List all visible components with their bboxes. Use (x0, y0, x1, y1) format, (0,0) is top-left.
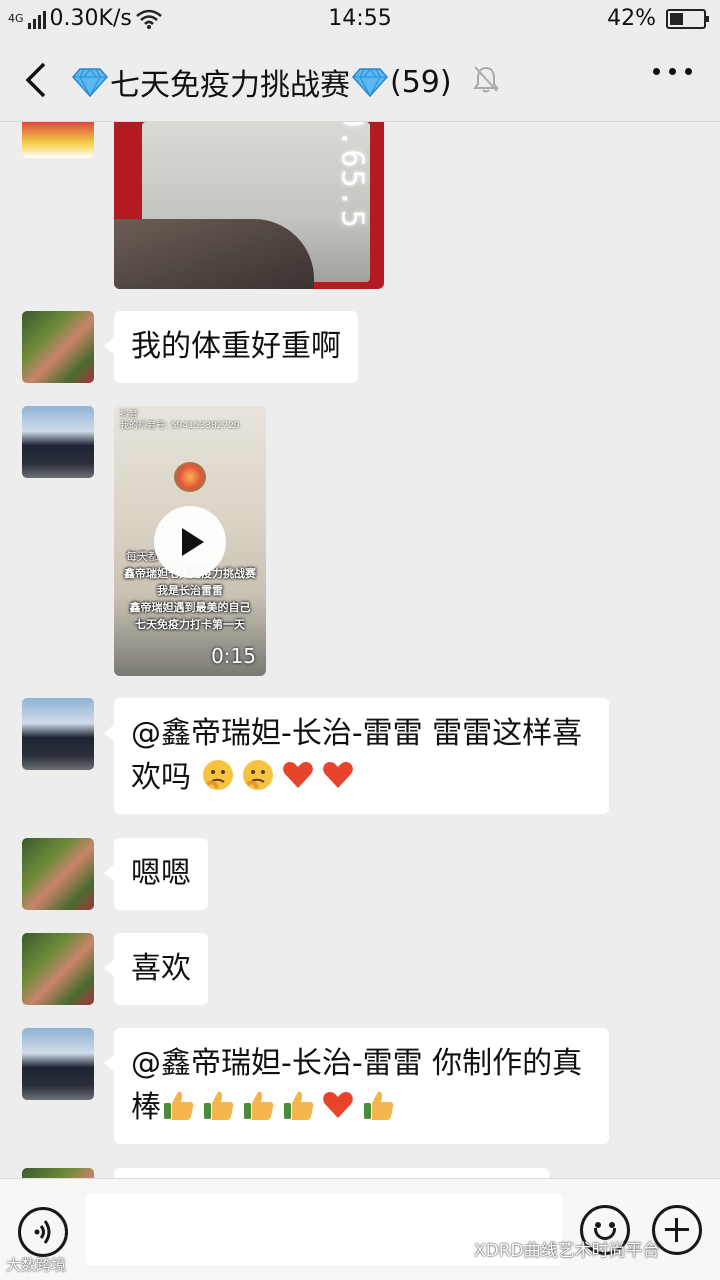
avatar[interactable] (22, 698, 94, 770)
flower-sticker (174, 462, 206, 492)
video-duration: 0:15 (211, 644, 256, 668)
diamond-icon (72, 68, 108, 98)
message-text: 我的体重好重啊 (131, 329, 341, 364)
message-list[interactable]: 0.65.5 我的体重好重啊 抖音 我的抖音号: 594153382729 每天… (0, 122, 720, 1178)
scale-reading: 0.65.5 (334, 122, 370, 230)
message-text: @鑫帝瑞妲-长治-雷雷 你制作的真 (131, 1046, 583, 1081)
avatar[interactable] (22, 1028, 94, 1100)
message-text: 喜欢 (131, 951, 191, 986)
status-bar: 4G 0.30K/s 14:55 42% (0, 0, 720, 40)
thumbs-up-emoji-icon (244, 1091, 274, 1120)
input-bar (0, 1178, 720, 1280)
message-text: 嗯嗯 (131, 856, 191, 891)
avatar[interactable] (22, 1168, 94, 1178)
message-text-line2: 欢吗 (131, 756, 592, 800)
message-text-line2: 棒 (131, 1086, 592, 1130)
thumbs-up-emoji-icon (284, 1091, 314, 1120)
message-bubble[interactable]: 嗯嗯 (104, 838, 208, 910)
message-text: @鑫帝瑞妲-长治-雷雷 雷雷这样喜 (131, 716, 583, 751)
play-icon[interactable] (154, 506, 226, 578)
member-count: (59) (390, 64, 452, 100)
chat-header: 七天免疫力挑战赛 (59) (0, 40, 720, 122)
diamond-icon (352, 68, 388, 98)
message-bubble[interactable] (114, 1168, 549, 1178)
chat-title: 七天免疫力挑战赛 (59) (72, 60, 452, 104)
video-message[interactable]: 抖音 我的抖音号: 594153382729 每天都 鑫帝瑞妲七天免疫力挑战赛 … (114, 406, 266, 676)
thumbs-up-emoji-icon (364, 1091, 394, 1120)
douyin-label: 抖音 我的抖音号: 594153382729 (120, 410, 240, 431)
message-bubble[interactable]: @鑫帝瑞妲-长治-雷雷 你制作的真 棒 (104, 1028, 609, 1144)
watermark-left: 大数跨境 (6, 1256, 67, 1274)
avatar[interactable] (22, 406, 94, 478)
voice-icon (34, 1220, 51, 1244)
message-bubble[interactable]: 我的体重好重啊 (104, 311, 358, 383)
avatar[interactable] (22, 838, 94, 910)
heart-emoji-icon (282, 762, 313, 788)
more-options-button[interactable] (653, 68, 692, 75)
thumbs-up-emoji-icon (204, 1091, 234, 1120)
heart-emoji-icon (323, 1092, 353, 1118)
avatar[interactable] (22, 311, 94, 383)
back-arrow-icon[interactable] (22, 60, 52, 100)
thinking-face-emoji-icon (242, 760, 273, 790)
avatar[interactable] (22, 122, 94, 158)
battery-icon (666, 8, 709, 29)
watermark-right: XDRD曲线艺术时尚平台 (474, 1241, 660, 1261)
thumbs-up-emoji-icon (164, 1091, 194, 1120)
avatar[interactable] (22, 933, 94, 1005)
image-message[interactable]: 0.65.5 (114, 122, 384, 289)
message-bubble[interactable]: 喜欢 (104, 933, 208, 1005)
message-bubble[interactable]: @鑫帝瑞妲-长治-雷雷 雷雷这样喜 欢吗 (104, 698, 609, 814)
voice-input-button[interactable] (18, 1207, 68, 1257)
battery-percent: 42% (607, 6, 656, 31)
group-name: 七天免疫力挑战赛 (110, 68, 350, 103)
heart-emoji-icon (322, 762, 353, 788)
thinking-face-emoji-icon (202, 760, 233, 790)
muted-bell-icon (473, 66, 499, 93)
battery-fill (670, 12, 683, 25)
